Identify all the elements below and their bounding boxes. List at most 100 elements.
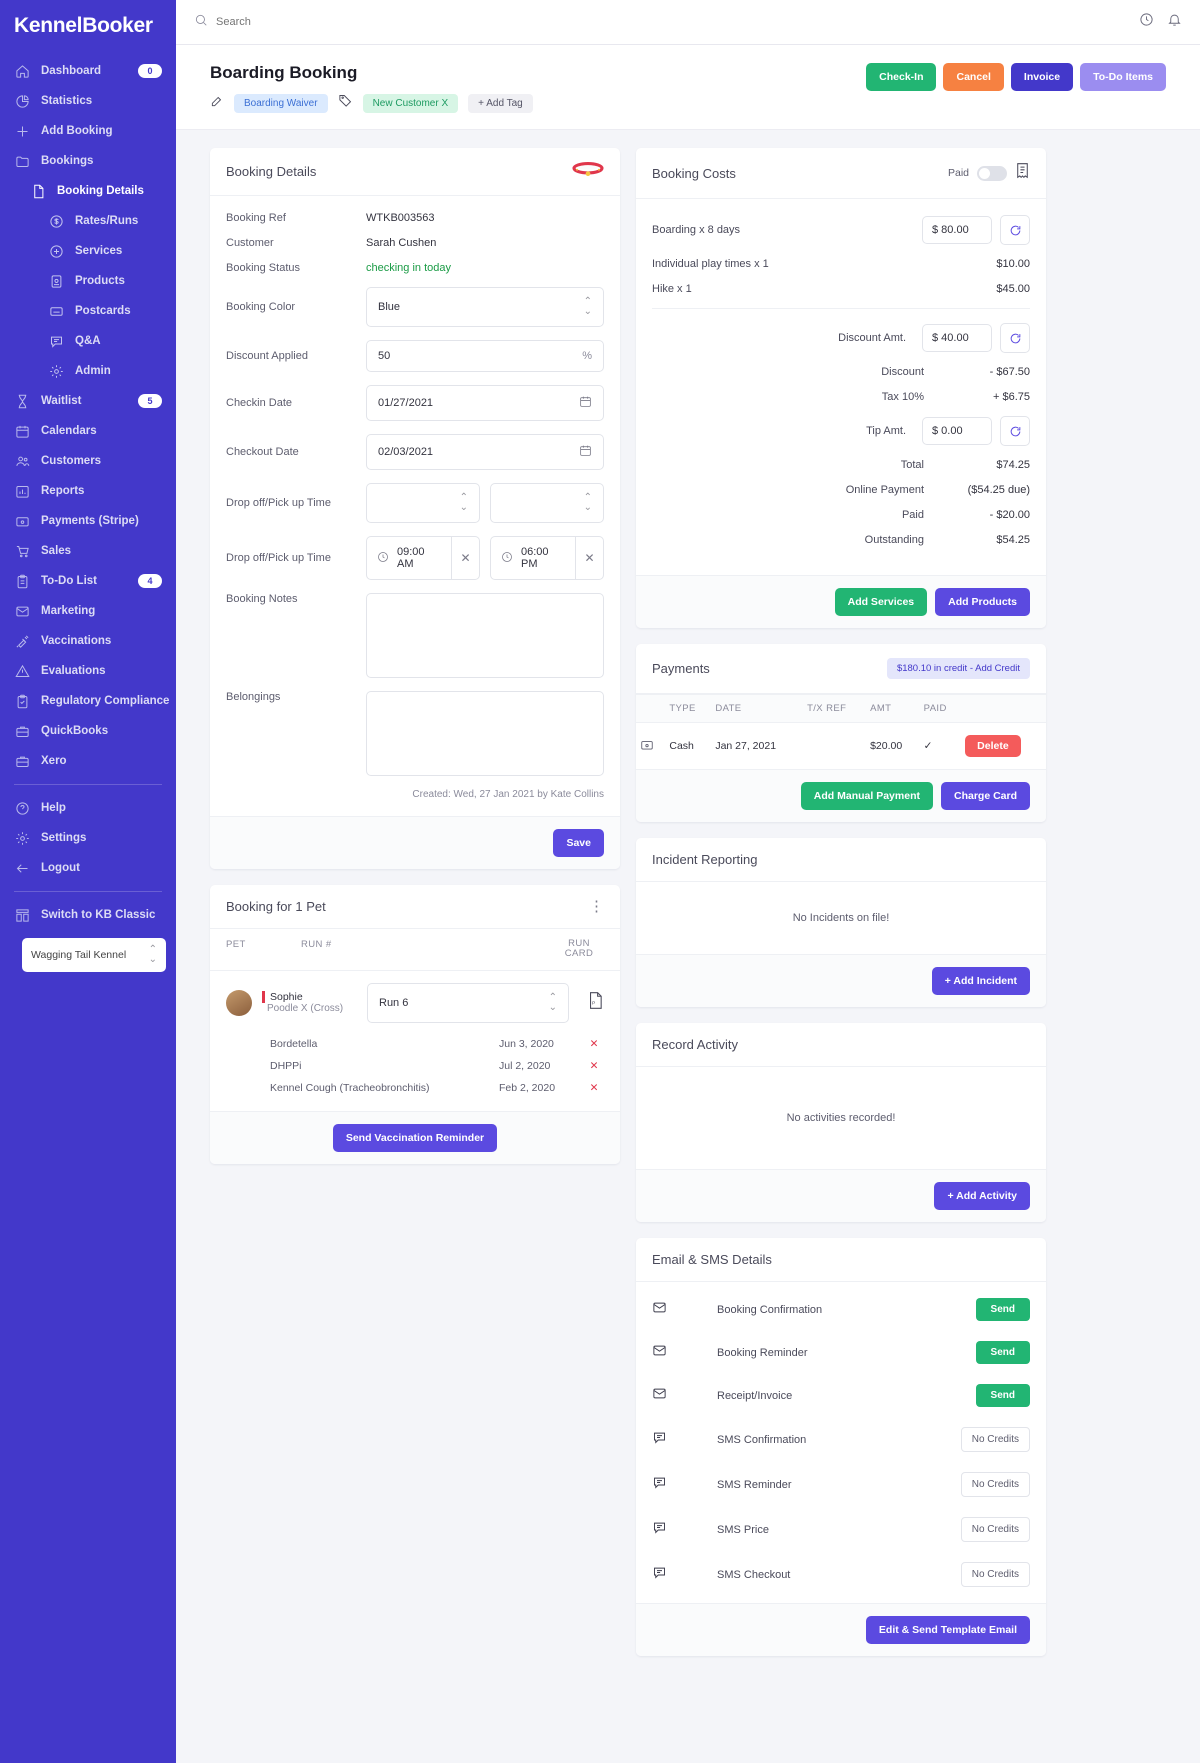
send-button[interactable]: Send bbox=[975, 1341, 1030, 1364]
cost-amount-input[interactable]: $ 40.00 bbox=[922, 324, 992, 352]
dropoff-select-start[interactable]: ⌃ ⌄ bbox=[366, 483, 480, 523]
dropoff-select-end[interactable]: ⌃ ⌄ bbox=[490, 483, 604, 523]
payments-table: TYPE DATE T/X REF AMT PAID Cash Jan 27, 2021 $… bbox=[636, 694, 1046, 769]
run-select[interactable]: Run 6 ⌃ ⌄ bbox=[367, 982, 569, 1023]
sidebar-item-logout[interactable]: Logout bbox=[0, 853, 176, 883]
sidebar-item-postcards[interactable]: Postcards bbox=[0, 296, 176, 326]
email-sms-row: Booking Confirmation Send bbox=[636, 1288, 1046, 1331]
booking-color-select[interactable]: Blue ⌃ ⌄ bbox=[366, 287, 604, 327]
run-card-pdf-icon[interactable]: P bbox=[587, 991, 604, 1015]
credit-chip[interactable]: $180.10 in credit - Add Credit bbox=[886, 658, 1030, 679]
time-start-field[interactable]: 09:00 AM ✕ bbox=[366, 536, 480, 580]
sidebar-item-q-a[interactable]: Q&A bbox=[0, 326, 176, 356]
bell-icon[interactable] bbox=[1167, 12, 1182, 32]
history-icon[interactable] bbox=[1139, 12, 1154, 32]
refresh-icon[interactable] bbox=[1000, 323, 1030, 353]
sidebar-item-rates-runs[interactable]: Rates/Runs bbox=[0, 206, 176, 236]
chevron-updown-icon: ⌃ ⌄ bbox=[583, 492, 592, 513]
sidebar-item-vaccinations[interactable]: Vaccinations bbox=[0, 626, 176, 656]
mail-icon bbox=[652, 1386, 667, 1406]
email-sms-row: SMS Price No Credits bbox=[636, 1507, 1046, 1552]
sidebar-item-add-booking[interactable]: Add Booking bbox=[0, 116, 176, 146]
add-services-button[interactable]: Add Services bbox=[834, 588, 928, 616]
paid-toggle[interactable] bbox=[977, 165, 1007, 181]
sidebar-item-products[interactable]: Products bbox=[0, 266, 176, 296]
cost-label: Tip Amt. bbox=[866, 425, 906, 437]
time-end-main[interactable]: 06:00 PM bbox=[491, 537, 575, 579]
sidebar-item-dashboard[interactable]: Dashboard 0 bbox=[0, 56, 176, 86]
checkin-date-input[interactable]: 01/27/2021 bbox=[366, 385, 604, 421]
kennel-switcher-row[interactable]: Wagging Tail Kennel ⌃ ⌄ bbox=[0, 930, 176, 982]
customer-value[interactable]: Sarah Cushen bbox=[366, 237, 436, 249]
add-manual-payment-button[interactable]: Add Manual Payment bbox=[800, 782, 933, 810]
sidebar-item-booking-details[interactable]: Booking Details bbox=[0, 176, 176, 206]
sidebar-item-admin[interactable]: Admin bbox=[0, 356, 176, 386]
sidebar-item-xero[interactable]: Xero bbox=[0, 746, 176, 776]
edit-icon[interactable] bbox=[210, 94, 224, 113]
email-sms-label: Receipt/Invoice bbox=[717, 1389, 793, 1402]
cancel-button[interactable]: Cancel bbox=[943, 63, 1004, 91]
more-options-icon[interactable]: ⋮ bbox=[589, 899, 604, 914]
search-input[interactable] bbox=[216, 16, 516, 28]
refresh-icon[interactable] bbox=[1000, 215, 1030, 245]
kennel-select[interactable]: Wagging Tail Kennel ⌃ ⌄ bbox=[22, 938, 166, 972]
tag-row: Boarding Waiver New Customer X + Add Tag bbox=[210, 93, 533, 113]
email-sms-list: Booking Confirmation Send Booking Reminder… bbox=[636, 1282, 1046, 1603]
booking-ref-value: WTKB003563 bbox=[366, 212, 435, 224]
time-end-clear-icon[interactable]: ✕ bbox=[575, 537, 603, 579]
sidebar-item-switch-classic[interactable]: Switch to KB Classic bbox=[0, 900, 176, 930]
search-area[interactable] bbox=[194, 13, 1139, 32]
tag-new-customer[interactable]: New Customer X bbox=[362, 93, 459, 113]
sidebar-item-marketing[interactable]: Marketing bbox=[0, 596, 176, 626]
sidebar-item-calendars[interactable]: Calendars bbox=[0, 416, 176, 446]
tag-boarding-waiver[interactable]: Boarding Waiver bbox=[234, 93, 328, 113]
delete-payment-button[interactable]: Delete bbox=[965, 735, 1021, 757]
calendar-icon[interactable] bbox=[579, 444, 592, 460]
time-end-field[interactable]: 06:00 PM ✕ bbox=[490, 536, 604, 580]
sidebar-item-help[interactable]: Help bbox=[0, 793, 176, 823]
send-button[interactable]: Send bbox=[975, 1384, 1030, 1407]
time-start-clear-icon[interactable]: ✕ bbox=[451, 537, 479, 579]
receipt-icon[interactable] bbox=[1015, 162, 1030, 184]
cost-amount-input[interactable]: $ 80.00 bbox=[922, 216, 992, 244]
belongings-textarea[interactable] bbox=[366, 691, 604, 776]
booking-notes-textarea[interactable] bbox=[366, 593, 604, 678]
vaccination-date: Feb 2, 2020 bbox=[499, 1081, 556, 1094]
cost-label: Discount Amt. bbox=[838, 332, 906, 344]
sidebar-item-quickbooks[interactable]: QuickBooks bbox=[0, 716, 176, 746]
sidebar-item-regulatory-compliance[interactable]: Regulatory Compliance bbox=[0, 686, 176, 716]
add-tag-button[interactable]: + Add Tag bbox=[468, 93, 533, 113]
checkout-date-input[interactable]: 02/03/2021 bbox=[366, 434, 604, 470]
send-button[interactable]: Send bbox=[975, 1298, 1030, 1321]
refresh-icon[interactable] bbox=[1000, 416, 1030, 446]
sidebar-item-to-do-list[interactable]: To-Do List 4 bbox=[0, 566, 176, 596]
sidebar-item-sales[interactable]: Sales bbox=[0, 536, 176, 566]
add-incident-button[interactable]: + Add Incident bbox=[931, 967, 1030, 995]
edit-send-template-email-button[interactable]: Edit & Send Template Email bbox=[865, 1616, 1030, 1644]
add-products-button[interactable]: Add Products bbox=[935, 588, 1030, 616]
sidebar-item-statistics[interactable]: Statistics bbox=[0, 86, 176, 116]
sidebar-item-payments-stripe[interactable]: Payments (Stripe) bbox=[0, 506, 176, 536]
sidebar-item-evaluations[interactable]: Evaluations bbox=[0, 656, 176, 686]
sidebar-item-settings[interactable]: Settings bbox=[0, 823, 176, 853]
booking-costs-body: Boarding x 8 days $ 80.00 Individual play … bbox=[636, 199, 1046, 575]
pet-name[interactable]: Sophie bbox=[262, 991, 357, 1004]
sidebar-item-customers[interactable]: Customers bbox=[0, 446, 176, 476]
sidebar-item-waitlist[interactable]: Waitlist 5 bbox=[0, 386, 176, 416]
sidebar-item-services[interactable]: Services bbox=[0, 236, 176, 266]
invoice-button[interactable]: Invoice bbox=[1010, 63, 1074, 91]
sidebar-item-reports[interactable]: Reports bbox=[0, 476, 176, 506]
cost-amount-input[interactable]: $ 0.00 bbox=[922, 417, 992, 445]
check-in-button[interactable]: Check-In bbox=[866, 63, 937, 91]
charge-card-button[interactable]: Charge Card bbox=[940, 782, 1030, 810]
payment-amount: $20.00 bbox=[870, 740, 903, 752]
todo-items-button[interactable]: To-Do Items bbox=[1080, 63, 1166, 91]
add-activity-button[interactable]: + Add Activity bbox=[934, 1182, 1030, 1210]
calendar-icon[interactable] bbox=[579, 395, 592, 411]
discount-input[interactable]: 50 % bbox=[366, 340, 604, 372]
email-sms-label: SMS Reminder bbox=[717, 1478, 792, 1491]
sidebar-item-bookings[interactable]: Bookings bbox=[0, 146, 176, 176]
save-button[interactable]: Save bbox=[553, 829, 604, 857]
time-start-main[interactable]: 09:00 AM bbox=[367, 537, 451, 579]
send-vaccination-reminder-button[interactable]: Send Vaccination Reminder bbox=[332, 1123, 498, 1152]
